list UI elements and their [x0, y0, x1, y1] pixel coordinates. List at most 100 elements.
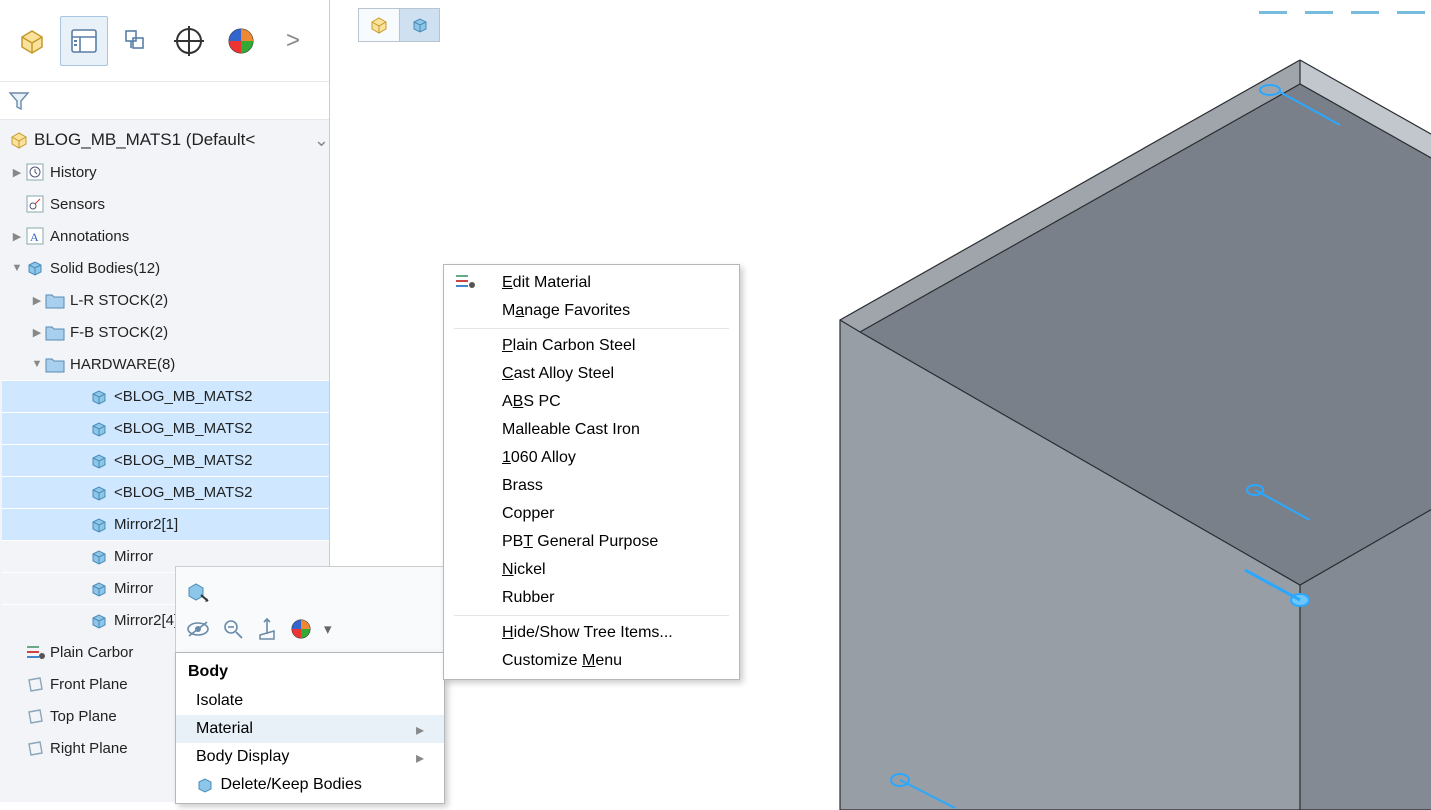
- config-tab-button[interactable]: [112, 16, 160, 66]
- tree-fb-stock[interactable]: ▶ F-B STOCK(2): [2, 316, 329, 348]
- tree-hw-item[interactable]: <BLOG_MB_MATS2: [2, 380, 329, 412]
- solid-body-icon: [88, 420, 110, 438]
- breadcrumb-tab[interactable]: [358, 8, 440, 42]
- model-render: [800, 30, 1431, 810]
- label: Right Plane: [50, 740, 128, 757]
- tree-hw-item[interactable]: <BLOG_MB_MATS2: [2, 444, 329, 476]
- label: Mirror2[4]: [114, 612, 178, 629]
- plane-icon: [24, 675, 46, 693]
- label: <BLOG_MB_MATS2: [114, 484, 253, 501]
- normal-to-icon[interactable]: [256, 617, 278, 641]
- chevron-down-icon[interactable]: ⌄: [314, 130, 329, 151]
- appearance-tab-button[interactable]: [217, 16, 265, 66]
- folder-icon: [44, 324, 66, 341]
- tree-solid-bodies[interactable]: ▼ Solid Bodies(12): [2, 252, 329, 284]
- expand-icon[interactable]: ▶: [10, 230, 24, 243]
- expand-icon[interactable]: ▶: [30, 294, 44, 307]
- menu-delete-keep[interactable]: Delete/Keep Bodies: [176, 771, 444, 799]
- solid-body-icon: [196, 776, 216, 794]
- menu-heading: Body: [176, 657, 444, 687]
- label: Annotations: [50, 228, 129, 245]
- folder-icon: [44, 356, 66, 373]
- material-submenu: Edit Material Manage Favorites Plain Car…: [443, 264, 740, 680]
- solid-body-icon: [88, 388, 110, 406]
- label: HARDWARE(8): [70, 356, 175, 373]
- menu-plain-carbon-steel[interactable]: Plain Carbon Steel: [444, 332, 739, 360]
- label: Mirror: [114, 580, 153, 597]
- body-select-icon[interactable]: [186, 581, 210, 603]
- menu-copper[interactable]: Copper: [444, 500, 739, 528]
- label: <BLOG_MB_MATS2: [114, 388, 253, 405]
- tree-hw-item[interactable]: <BLOG_MB_MATS2: [2, 412, 329, 444]
- tree-tab-button[interactable]: [60, 16, 108, 66]
- appearance-icon[interactable]: [290, 618, 312, 640]
- solid-body-icon: [88, 580, 110, 598]
- separator: [454, 615, 729, 616]
- collapse-icon[interactable]: ▼: [30, 358, 44, 370]
- tree-root-label: BLOG_MB_MATS1 (Default<: [34, 130, 255, 150]
- solid-body-icon: [88, 516, 110, 534]
- material-icon: [454, 273, 478, 291]
- menu-cast-alloy-steel[interactable]: Cast Alloy Steel: [444, 360, 739, 388]
- annotations-icon: A: [24, 227, 46, 245]
- tree-history[interactable]: ▶ History: [2, 156, 329, 188]
- context-toolbar: ▾: [175, 566, 445, 664]
- solid-body-icon: [88, 484, 110, 502]
- dropdown-arrow-icon[interactable]: ▾: [324, 620, 332, 638]
- label: F-B STOCK(2): [70, 324, 168, 341]
- label: Top Plane: [50, 708, 117, 725]
- breadcrumb-body-icon[interactable]: [399, 9, 439, 41]
- zoom-icon[interactable]: [222, 618, 244, 640]
- tree-root[interactable]: BLOG_MB_MATS1 (Default< ⌄: [2, 124, 329, 156]
- part-icon: [8, 130, 30, 150]
- menu-malleable-cast-iron[interactable]: Malleable Cast Iron: [444, 416, 739, 444]
- label: History: [50, 164, 97, 181]
- menu-1060-alloy[interactable]: 1060 Alloy: [444, 444, 739, 472]
- menu-edit-material[interactable]: Edit Material: [444, 269, 739, 297]
- breadcrumb-part-icon[interactable]: [359, 9, 399, 41]
- plane-icon: [24, 739, 46, 757]
- menu-brass[interactable]: Brass: [444, 472, 739, 500]
- separator: [454, 328, 729, 329]
- solid-body-icon: [88, 452, 110, 470]
- tree-sensors[interactable]: Sensors: [2, 188, 329, 220]
- menu-manage-favorites[interactable]: Manage Favorites: [444, 297, 739, 325]
- menu-customize[interactable]: Customize Menu: [444, 647, 739, 675]
- menu-abs-pc[interactable]: ABS PC: [444, 388, 739, 416]
- menu-nickel[interactable]: Nickel: [444, 556, 739, 584]
- label: <BLOG_MB_MATS2: [114, 452, 253, 469]
- menu-isolate[interactable]: Isolate: [176, 687, 444, 715]
- plane-icon: [24, 707, 46, 725]
- menu-pbt[interactable]: PBT General Purpose: [444, 528, 739, 556]
- filter-row[interactable]: [0, 82, 329, 120]
- tree-hw-item[interactable]: Mirror2[1]: [2, 508, 329, 540]
- solid-body-icon: [88, 612, 110, 630]
- history-icon: [24, 163, 46, 181]
- folder-icon: [44, 292, 66, 309]
- hide-icon[interactable]: [186, 620, 210, 638]
- label: <BLOG_MB_MATS2: [114, 420, 253, 437]
- menu-hide-show-tree[interactable]: Hide/Show Tree Items...: [444, 619, 739, 647]
- body-context-menu: Body Isolate Material▸ Body Display▸ Del…: [175, 652, 445, 804]
- expand-panel-button[interactable]: >: [269, 16, 317, 66]
- sensors-icon: [24, 195, 46, 213]
- funnel-icon: [8, 91, 30, 111]
- dimxpert-tab-button[interactable]: [165, 16, 213, 66]
- expand-icon[interactable]: ▶: [30, 326, 44, 339]
- label: Solid Bodies(12): [50, 260, 160, 277]
- solid-body-icon: [24, 259, 46, 277]
- tree-annotations[interactable]: ▶ A Annotations: [2, 220, 329, 252]
- collapse-icon[interactable]: ▼: [10, 262, 24, 274]
- label: Mirror2[1]: [114, 516, 178, 533]
- expand-icon[interactable]: ▶: [10, 166, 24, 179]
- menu-material[interactable]: Material▸: [176, 715, 444, 743]
- part-tab-button[interactable]: [8, 16, 56, 66]
- label: Mirror: [114, 548, 153, 565]
- menu-rubber[interactable]: Rubber: [444, 584, 739, 612]
- tree-lr-stock[interactable]: ▶ L-R STOCK(2): [2, 284, 329, 316]
- panel-toolbar: >: [0, 0, 329, 82]
- tree-hardware[interactable]: ▼ HARDWARE(8): [2, 348, 329, 380]
- material-icon: [24, 644, 46, 660]
- tree-hw-item[interactable]: <BLOG_MB_MATS2: [2, 476, 329, 508]
- menu-body-display[interactable]: Body Display▸: [176, 743, 444, 771]
